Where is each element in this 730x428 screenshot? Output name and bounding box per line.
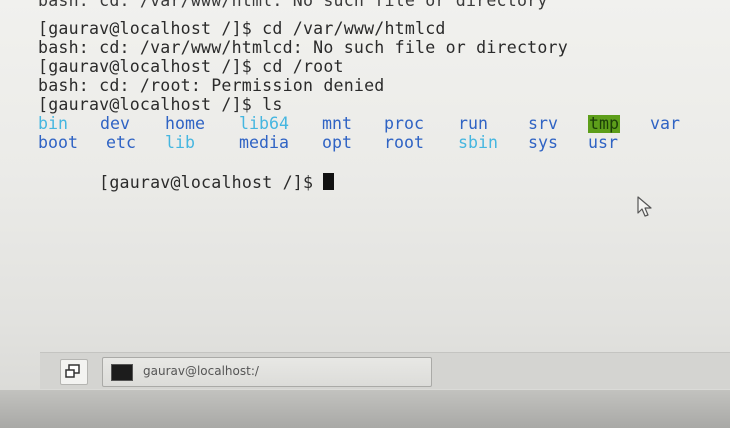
ls-entry: srv [528, 114, 558, 133]
ls-entry: usr [588, 133, 618, 152]
terminal-prompt-line[interactable]: [gaurav@localhost /]$ [38, 153, 335, 210]
ls-entry: bin [38, 114, 68, 133]
ls-entry: mnt [322, 114, 352, 133]
terminal-line-cut: bash: cd: /var/www/html: No such file or… [38, 0, 548, 10]
taskbar-window-label: gaurav@localhost:/ [143, 364, 259, 378]
text-cursor [323, 173, 335, 190]
ls-entry: etc [106, 133, 136, 152]
terminal-line: bash: cd: /root: Permission denied [38, 76, 385, 95]
mouse-pointer-icon [637, 196, 652, 217]
ls-entry: lib [165, 133, 195, 152]
taskbar: gaurav@localhost:/ [40, 352, 730, 389]
show-desktop-button[interactable] [60, 359, 88, 385]
terminal-window[interactable]: bash: cd: /var/www/html: No such file or… [20, 0, 720, 330]
taskbar-window-button-terminal[interactable]: gaurav@localhost:/ [102, 357, 432, 387]
ls-entry: sbin [458, 133, 498, 152]
terminal-line: [gaurav@localhost /]$ cd /root [38, 57, 344, 76]
ls-entry: lib64 [239, 114, 289, 133]
ls-entry-tmp: tmp [588, 114, 620, 133]
ls-entry: opt [322, 133, 352, 152]
ls-entry: dev [100, 114, 130, 133]
ls-entry: boot [38, 133, 78, 152]
terminal-line: bash: cd: /var/www/htmlcd: No such file … [38, 38, 568, 57]
show-desktop-icon [65, 364, 80, 378]
terminal-line: [gaurav@localhost /]$ ls [38, 95, 283, 114]
ls-entry: sys [528, 133, 558, 152]
ls-entry: run [458, 114, 488, 133]
ls-entry: root [384, 133, 424, 152]
screen-bezel [0, 390, 730, 428]
ls-entry: var [650, 114, 680, 133]
terminal-prompt: [gaurav@localhost /]$ [99, 173, 324, 192]
ls-entry: proc [384, 114, 424, 133]
ls-entry: home [165, 114, 205, 133]
terminal-icon [111, 364, 133, 381]
ls-entry: media [239, 133, 289, 152]
terminal-line: [gaurav@localhost /]$ cd /var/www/htmlcd [38, 19, 446, 38]
screen: bash: cd: /var/www/html: No such file or… [0, 0, 730, 428]
